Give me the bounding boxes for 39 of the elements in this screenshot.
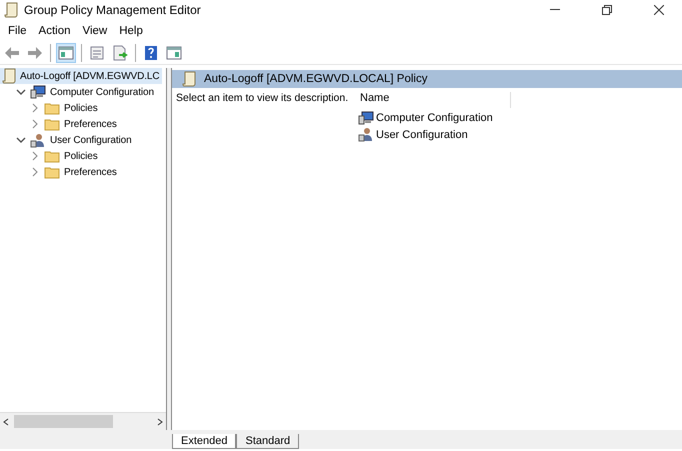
panel-title: Auto-Logoff [ADVM.EGWVD.LOCAL] Policy — [204, 73, 428, 85]
window-title: Group Policy Management Editor — [24, 3, 202, 17]
user-icon — [30, 132, 46, 148]
description-text: Select an item to view its description. — [176, 92, 350, 106]
computer-icon — [358, 110, 374, 124]
folder-icon — [44, 150, 60, 162]
horizontal-scrollbar[interactable] — [0, 412, 166, 430]
back-arrow-icon[interactable] — [4, 46, 20, 60]
folder-icon — [44, 166, 60, 178]
scroll-icon — [4, 2, 18, 18]
minimize-icon[interactable] — [550, 9, 560, 11]
menu-item[interactable]: View — [76, 25, 114, 37]
list-item[interactable]: Computer Configuration — [358, 110, 511, 125]
restore-icon[interactable] — [602, 5, 612, 15]
user-icon — [358, 127, 374, 142]
list-item[interactable]: User Configuration — [358, 127, 511, 142]
tree-pane-icon[interactable] — [56, 43, 76, 63]
tree-item[interactable]: Policies — [0, 100, 100, 116]
expanded-chevron-icon[interactable] — [16, 135, 26, 145]
computer-icon — [30, 85, 46, 99]
folder-icon — [44, 102, 60, 114]
folder-icon — [44, 118, 60, 130]
scroll-icon — [2, 68, 16, 84]
tree-item[interactable]: Auto-Logoff [ADVM.EGWVD.LC — [0, 68, 162, 84]
forward-arrow-icon[interactable] — [27, 46, 43, 60]
tree-item[interactable]: Preferences — [0, 164, 119, 180]
column-header[interactable]: Name — [358, 92, 511, 108]
tree-item[interactable]: Policies — [0, 148, 100, 164]
view-tab[interactable]: Standard — [236, 434, 300, 449]
tree-item[interactable]: Computer Configuration — [0, 84, 156, 100]
menu-item[interactable]: File — [2, 25, 33, 37]
tree-item[interactable]: User Configuration — [0, 132, 134, 148]
menu-item[interactable]: Action — [32, 25, 76, 37]
expanded-chevron-icon[interactable] — [16, 87, 26, 97]
close-icon[interactable] — [654, 5, 664, 15]
menu-item[interactable]: Help — [113, 25, 149, 37]
view-tab[interactable]: Extended — [172, 434, 236, 449]
tree-item[interactable]: Preferences — [0, 116, 119, 132]
scroll-icon — [182, 71, 196, 87]
